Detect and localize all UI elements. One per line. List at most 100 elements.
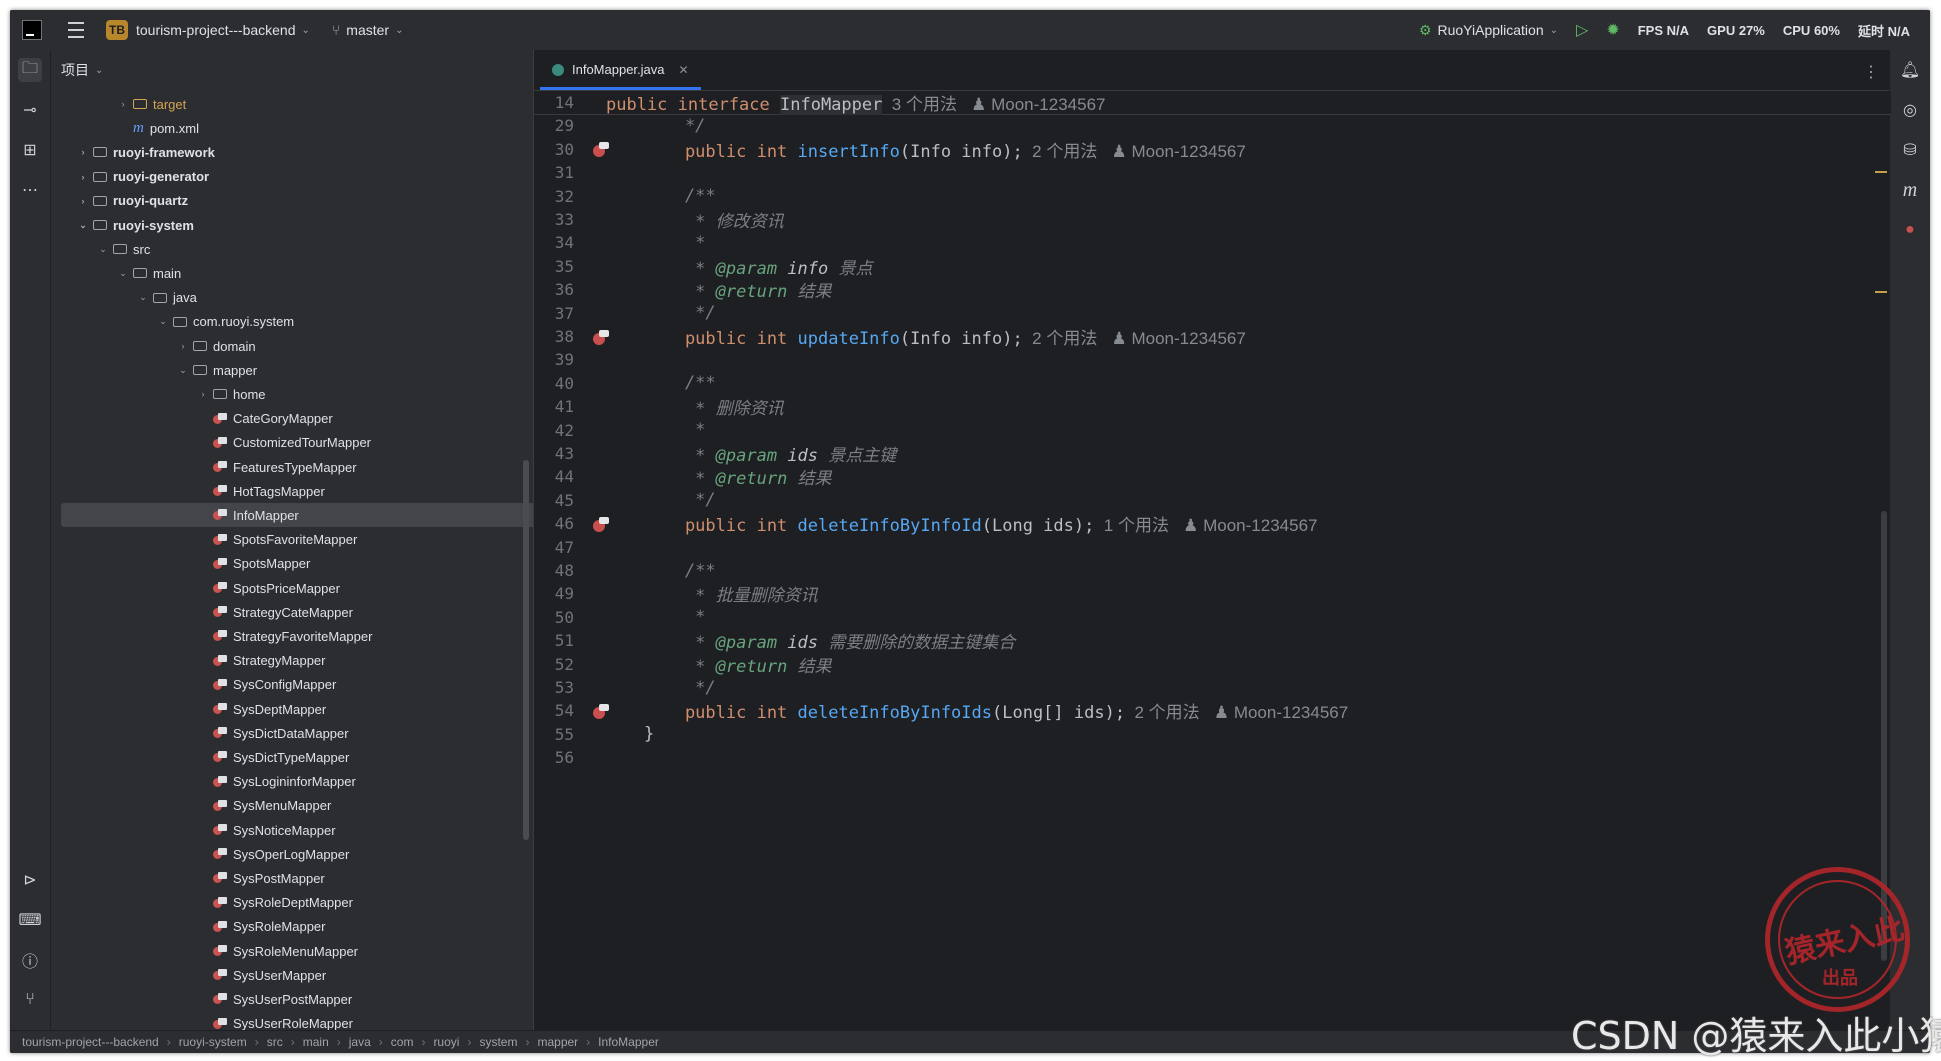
usage-hint[interactable]: 2 个用法 ♟ Moon-1234567 [1023, 142, 1246, 161]
tree-item-mapper[interactable]: StrategyCateMapper [61, 600, 533, 624]
run-icon[interactable]: ▷ [1576, 20, 1588, 40]
tree-item-mapper[interactable]: SysUserRoleMapper [61, 1012, 533, 1030]
tree-item-mapper[interactable]: FeaturesTypeMapper [61, 455, 533, 479]
chevron-down-icon[interactable]: ⌄ [177, 365, 189, 376]
tree-item-mapper[interactable]: SysRoleDeptMapper [61, 891, 533, 915]
breadcrumb-item[interactable]: java [349, 1035, 371, 1049]
tree-item-mapper[interactable]: SysLogininforMapper [61, 770, 533, 794]
tree-item-mapper[interactable]: CateGoryMapper [61, 407, 533, 431]
code-line[interactable]: 37 */ [534, 302, 1891, 325]
breadcrumb-item[interactable]: main [303, 1035, 329, 1049]
line-number[interactable]: 33 [534, 210, 574, 229]
breadcrumb-item[interactable]: InfoMapper [598, 1035, 659, 1049]
line-number[interactable]: 41 [534, 397, 574, 416]
line-number[interactable]: 43 [534, 444, 574, 463]
mybatis-navigate-icon[interactable] [592, 702, 610, 720]
line-number[interactable]: 45 [534, 491, 574, 510]
line-number[interactable]: 32 [534, 187, 574, 206]
git-icon[interactable]: ⑂ [18, 988, 42, 1012]
breadcrumb-item[interactable]: ruoyi [433, 1035, 459, 1049]
run-config-selector[interactable]: ⚙ RuoYiApplication ⌄ [1419, 22, 1558, 39]
code-line[interactable]: 32 /** [534, 185, 1891, 208]
mybatis-navigate-icon[interactable] [592, 140, 610, 158]
close-icon[interactable]: ✕ [679, 63, 689, 77]
more-icon[interactable]: ⋮ [1863, 62, 1879, 82]
tree-item-mapper[interactable]: SpotsPriceMapper [61, 576, 533, 600]
tree-item-mapper[interactable]: SysMenuMapper [61, 794, 533, 818]
problems-icon[interactable]: ⓘ [18, 948, 42, 972]
tree-item-mapper[interactable]: SpotsMapper [61, 552, 533, 576]
line-number[interactable]: 49 [534, 584, 574, 603]
tree-item-folder[interactable]: ⌄ java [61, 286, 533, 310]
breadcrumb-item[interactable]: mapper [537, 1035, 578, 1049]
tree-item-folder[interactable]: ⌄ src [61, 237, 533, 261]
line-number[interactable]: 47 [534, 538, 574, 557]
line-number[interactable]: 55 [534, 725, 574, 744]
tree-item-mapper[interactable]: SysRoleMenuMapper [61, 939, 533, 963]
chevron-right-icon[interactable]: › [77, 196, 89, 206]
code-line[interactable]: 42 * [534, 419, 1891, 442]
line-number[interactable]: 46 [534, 514, 574, 533]
line-number[interactable]: 36 [534, 280, 574, 299]
ai-assistant-icon[interactable]: ◎ [1898, 98, 1922, 122]
line-number[interactable]: 56 [534, 748, 574, 767]
code-line[interactable]: 54 public int deleteInfoByInfoIds(Long[]… [534, 699, 1891, 723]
main-menu-icon[interactable] [68, 22, 84, 38]
code-line[interactable]: 34 * [534, 231, 1891, 254]
line-number[interactable]: 35 [534, 257, 574, 276]
tree-item-mapper[interactable]: SysNoticeMapper [61, 818, 533, 842]
tree-item-mapper[interactable]: SysUserPostMapper [61, 987, 533, 1011]
tree-item-mapper[interactable]: SysOperLogMapper [61, 842, 533, 866]
code-view[interactable]: ⚠ 7 ︿ ﹀ 14public interface InfoMapper 3 … [534, 91, 1891, 1031]
code-line[interactable]: 36 * @return 结果 [534, 278, 1891, 302]
tree-item-mapper[interactable]: StrategyMapper [61, 649, 533, 673]
tree-item-maven[interactable]: m pom.xml [61, 116, 533, 140]
usage-hint[interactable]: 2 个用法 ♟ Moon-1234567 [1023, 329, 1246, 348]
tree-item-module[interactable]: › ruoyi-framework [61, 140, 533, 164]
line-number[interactable]: 51 [534, 631, 574, 650]
breadcrumb-item[interactable]: system [479, 1035, 517, 1049]
debug-icon[interactable]: ✹ [1606, 20, 1619, 40]
project-panel-header[interactable]: 项目 ⌄ [51, 50, 533, 90]
code-line[interactable]: 52 * @return 结果 [534, 653, 1891, 677]
mybatis-icon[interactable]: ● [1898, 218, 1922, 242]
code-line[interactable]: 43 * @param ids 景点主键 [534, 442, 1891, 466]
tree-item-mapper[interactable]: InfoMapper [61, 503, 533, 528]
code-line[interactable]: 39 [534, 348, 1891, 371]
code-line[interactable]: 47 [534, 536, 1891, 559]
line-number[interactable]: 54 [534, 701, 574, 720]
code-line[interactable]: 46 public int deleteInfoByInfoId(Long id… [534, 512, 1891, 536]
mybatis-navigate-icon[interactable] [592, 328, 610, 346]
tree-item-mapper[interactable]: SpotsFavoriteMapper [61, 528, 533, 552]
chevron-down-icon[interactable]: ⌄ [137, 292, 149, 303]
tree-item-module[interactable]: › ruoyi-quartz [61, 189, 533, 213]
code-line[interactable]: 48 /** [534, 559, 1891, 582]
breadcrumb-item[interactable]: tourism-project---backend [22, 1035, 159, 1049]
chevron-right-icon[interactable]: › [177, 341, 189, 351]
project-folder-icon[interactable]: 🗀 [18, 58, 42, 82]
line-number[interactable]: 34 [534, 233, 574, 252]
structure-icon[interactable]: ⊞ [18, 138, 42, 162]
line-number[interactable]: 39 [534, 350, 574, 369]
terminal-icon[interactable]: ⌨ [18, 908, 42, 932]
chevron-right-icon[interactable]: › [77, 147, 89, 157]
services-icon[interactable]: ⊳ [18, 868, 42, 892]
chevron-down-icon[interactable]: ⌄ [97, 244, 109, 255]
tree-item-module[interactable]: ⌄ ruoyi-system [61, 213, 533, 237]
line-number[interactable]: 52 [534, 655, 574, 674]
chevron-right-icon[interactable]: › [197, 389, 209, 399]
chevron-down-icon[interactable]: ⌄ [77, 220, 89, 231]
database-icon[interactable]: ⛁ [1898, 138, 1922, 162]
code-line[interactable]: 40 /** [534, 372, 1891, 395]
line-number[interactable]: 30 [534, 140, 574, 159]
tree-item-mapper[interactable]: SysUserMapper [61, 963, 533, 987]
maven-icon[interactable]: m [1898, 178, 1922, 202]
tree-item-mapper[interactable]: SysDeptMapper [61, 697, 533, 721]
line-number[interactable]: 37 [534, 304, 574, 323]
line-number[interactable]: 50 [534, 608, 574, 627]
code-line[interactable]: 35 * @param info 景点 [534, 255, 1891, 279]
tree-item-folder[interactable]: › target [61, 92, 533, 116]
line-number[interactable]: 42 [534, 421, 574, 440]
line-number[interactable]: 48 [534, 561, 574, 580]
tree-item-mapper[interactable]: SysPostMapper [61, 866, 533, 890]
